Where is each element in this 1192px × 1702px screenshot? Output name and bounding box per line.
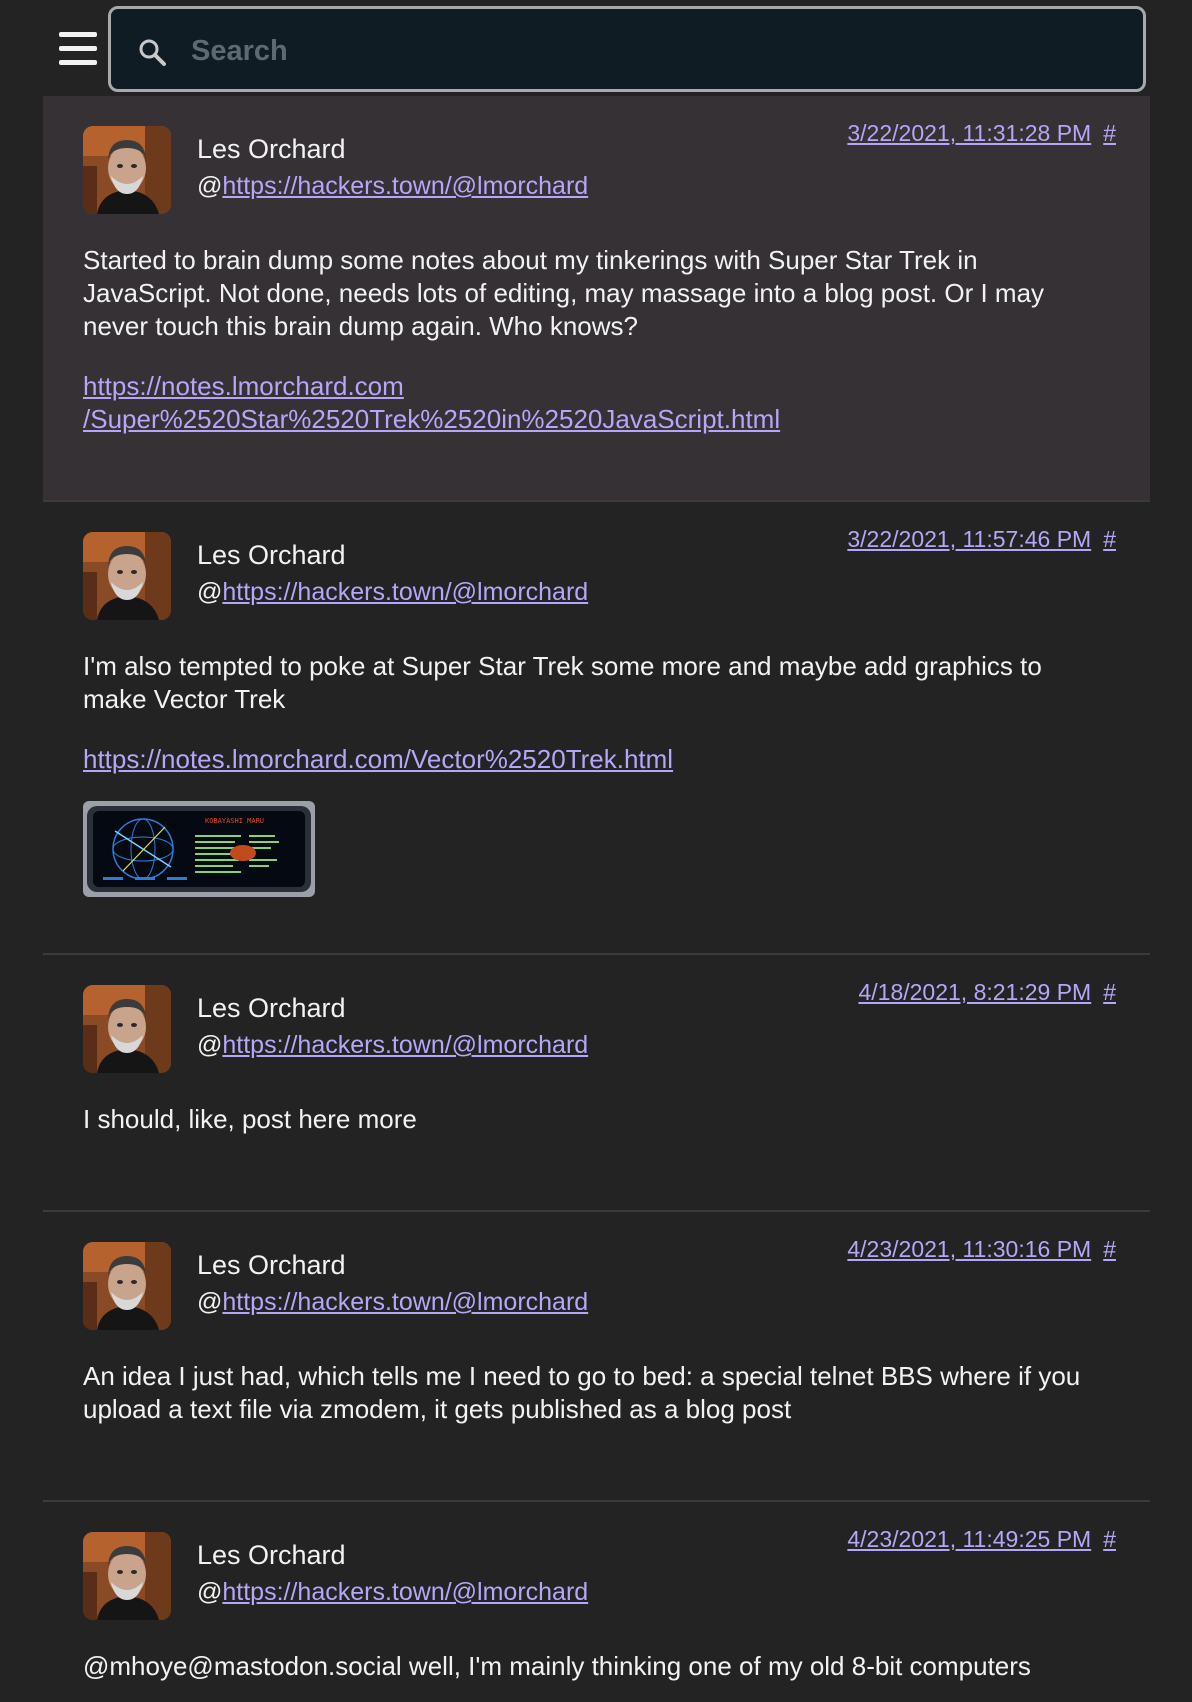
timestamp-link[interactable]: 3/22/2021, 11:31:28 PM [847, 120, 1091, 146]
timestamp-link[interactable]: 3/22/2021, 11:57:46 PM [847, 526, 1091, 552]
post-link[interactable]: https://notes.lmorchard.com/Super%2520St… [83, 371, 780, 434]
avatar[interactable] [83, 126, 171, 214]
post-link-paragraph: https://notes.lmorchard.com/Vector%2520T… [83, 743, 1086, 776]
post-content: An idea I just had, which tells me I nee… [83, 1360, 1116, 1426]
post-text: An idea I just had, which tells me I nee… [83, 1361, 1081, 1424]
avatar[interactable] [83, 1242, 171, 1330]
post-content: @mhoye@mastodon.social well, I'm mainly … [83, 1650, 1116, 1683]
timestamp-link[interactable]: 4/23/2021, 11:49:25 PM [847, 1526, 1091, 1552]
top-bar [0, 0, 1192, 96]
attached-image-thumbnail[interactable]: KOBAYASHI MARU [83, 801, 315, 897]
post: Les Orchard @https://hackers.town/@lmorc… [43, 502, 1150, 955]
handle-link[interactable]: https://hackers.town/@lmorchard [222, 578, 588, 606]
handle-link[interactable]: https://hackers.town/@lmorchard [222, 1578, 588, 1606]
timestamp-link[interactable]: 4/23/2021, 11:30:16 PM [847, 1236, 1091, 1262]
handle-link[interactable]: https://hackers.town/@lmorchard [222, 172, 588, 200]
handle-prefix: @ [197, 1031, 223, 1059]
post-content: Started to brain dump some notes about m… [83, 244, 1116, 436]
handle-prefix: @ [197, 172, 223, 200]
search-box [108, 6, 1146, 92]
post-link-paragraph: https://notes.lmorchard.com/Super%2520St… [83, 370, 1086, 436]
author-handle: @https://hackers.town/@lmorchard [197, 1288, 588, 1317]
permalink-hash[interactable]: # [1103, 1236, 1116, 1262]
post-link-line2: /Super%2520Star%2520Trek%2520in%2520Java… [83, 404, 781, 434]
author-name: Les Orchard [197, 1250, 346, 1280]
post-text: I'm also tempted to poke at Super Star T… [83, 651, 1042, 714]
post: Les Orchard @https://hackers.town/@lmorc… [43, 955, 1150, 1212]
author-handle: @https://hackers.town/@lmorchard [197, 1578, 588, 1607]
starship-display-image: KOBAYASHI MARU [83, 801, 315, 897]
author-name: Les Orchard [197, 993, 346, 1023]
post-text: I should, like, post here more [83, 1104, 417, 1134]
author-name: Les Orchard [197, 1540, 346, 1570]
author-name: Les Orchard [197, 540, 346, 570]
avatar[interactable] [83, 1532, 171, 1620]
post-link-line1: https://notes.lmorchard.com [83, 371, 404, 401]
image-caption: KOBAYASHI MARU [205, 817, 264, 825]
search-icon [139, 39, 166, 66]
post: Les Orchard @https://hackers.town/@lmorc… [43, 1502, 1150, 1702]
permalink-hash[interactable]: # [1103, 120, 1116, 146]
handle-prefix: @ [197, 578, 223, 606]
permalink-hash[interactable]: # [1103, 526, 1116, 552]
permalink-hash[interactable]: # [1103, 979, 1116, 1005]
post-text: Started to brain dump some notes about m… [83, 245, 1045, 341]
post: Les Orchard @https://hackers.town/@lmorc… [43, 96, 1150, 502]
post-content: I'm also tempted to poke at Super Star T… [83, 650, 1116, 897]
permalink-hash[interactable]: # [1103, 1526, 1116, 1552]
post-feed: Les Orchard @https://hackers.town/@lmorc… [43, 96, 1150, 1702]
post-timestamp: 3/22/2021, 11:31:28 PM # [847, 120, 1116, 147]
post-timestamp: 4/18/2021, 8:21:29 PM # [858, 979, 1116, 1006]
timestamp-link[interactable]: 4/18/2021, 8:21:29 PM [858, 979, 1091, 1005]
post-link[interactable]: https://notes.lmorchard.com/Vector%2520T… [83, 744, 673, 774]
search-input[interactable] [189, 27, 1113, 75]
author-handle: @https://hackers.town/@lmorchard [197, 172, 588, 201]
handle-prefix: @ [197, 1288, 223, 1316]
post-timestamp: 4/23/2021, 11:49:25 PM # [847, 1526, 1116, 1553]
avatar[interactable] [83, 532, 171, 620]
avatar[interactable] [83, 985, 171, 1073]
post-content: I should, like, post here more [83, 1103, 1116, 1136]
hamburger-menu-icon[interactable] [56, 30, 100, 68]
post-timestamp: 3/22/2021, 11:57:46 PM # [847, 526, 1116, 553]
post-timestamp: 4/23/2021, 11:30:16 PM # [847, 1236, 1116, 1263]
author-handle: @https://hackers.town/@lmorchard [197, 1031, 588, 1060]
post-text: @mhoye@mastodon.social well, I'm mainly … [83, 1651, 1031, 1681]
author-handle: @https://hackers.town/@lmorchard [197, 578, 588, 607]
handle-link[interactable]: https://hackers.town/@lmorchard [222, 1288, 588, 1316]
handle-prefix: @ [197, 1578, 223, 1606]
post: Les Orchard @https://hackers.town/@lmorc… [43, 1212, 1150, 1502]
author-name: Les Orchard [197, 134, 346, 164]
handle-link[interactable]: https://hackers.town/@lmorchard [222, 1031, 588, 1059]
